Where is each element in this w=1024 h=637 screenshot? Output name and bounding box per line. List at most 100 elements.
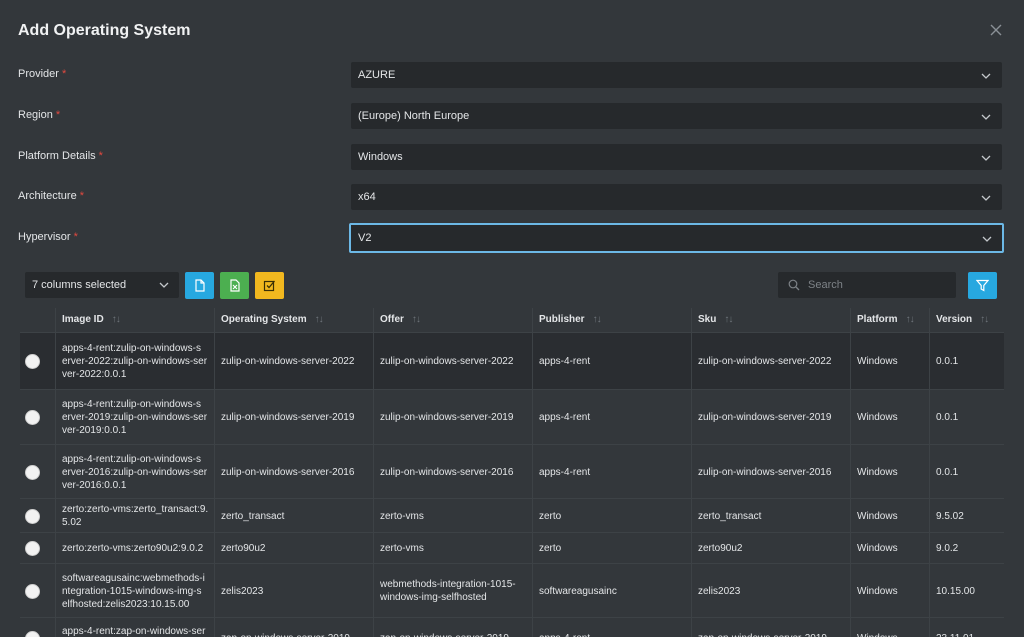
- platform-select[interactable]: Windows: [351, 144, 1002, 170]
- cell-operating-system: zerto_transact: [221, 510, 285, 522]
- provider-value: AZURE: [358, 69, 396, 81]
- column-header-label: Publisher: [539, 314, 585, 325]
- cell-image-id: apps-4-rent:zap-on-windows-server-2019:z…: [62, 626, 206, 637]
- table-row[interactable]: apps-4-rent:zulip-on-windows-s erver-2016…: [20, 444, 1004, 499]
- cell-offer: zerto-vms: [380, 510, 424, 522]
- column-divider: [214, 333, 215, 390]
- table-row[interactable]: zerto:zerto-vms:zerto90u2:9.0.2 zerto90u2…: [20, 532, 1004, 564]
- sort-icon[interactable]: ↑↓: [724, 314, 733, 325]
- row-select-radio[interactable]: [25, 630, 40, 637]
- column-divider: [532, 564, 533, 618]
- cell-version: 9.0.2: [936, 543, 959, 554]
- cell-platform: Windows: [857, 585, 898, 597]
- cell-publisher: softwareagusainc: [539, 585, 617, 597]
- cell-operating-system: zap-on-windows-server-2019: [221, 632, 350, 637]
- cell-sku: zerto90u2: [698, 543, 743, 554]
- row-select-radio[interactable]: [25, 464, 40, 480]
- column-divider: [929, 564, 930, 618]
- modal-title: Add Operating System: [18, 22, 191, 39]
- architecture-select[interactable]: x64: [351, 184, 1002, 210]
- hypervisor-label: Hypervisor *: [18, 231, 78, 243]
- architecture-label: Architecture *: [18, 190, 84, 202]
- file-icon: [195, 279, 205, 292]
- cell-sku: zerto_transact: [698, 510, 762, 522]
- column-header-sku[interactable]: Sku ↑↓: [698, 314, 733, 325]
- column-header-operating-system[interactable]: Operating System ↑↓: [221, 314, 324, 325]
- row-select-radio[interactable]: [25, 410, 40, 425]
- platform-value: Windows: [358, 151, 403, 163]
- filter-icon: [976, 279, 989, 292]
- column-divider: [929, 533, 930, 564]
- table-row[interactable]: softwareagusainc:webmethods-i ntegration-…: [20, 563, 1004, 618]
- column-divider: [929, 499, 930, 533]
- column-header-publisher[interactable]: Publisher ↑↓: [539, 314, 602, 325]
- region-select[interactable]: (Europe) North Europe: [351, 103, 1002, 129]
- row-select-radio[interactable]: [25, 508, 40, 524]
- cell-platform: Windows: [857, 356, 898, 367]
- column-header-label: Sku: [698, 314, 717, 325]
- cell-platform: Windows: [857, 510, 898, 522]
- region-row: Region * (Europe) North Europe: [18, 103, 1006, 129]
- cell-publisher: zerto: [539, 510, 562, 522]
- cell-operating-system: zulip-on-windows-server-2019: [221, 412, 355, 423]
- cell-sku: zelis2023: [698, 585, 741, 597]
- column-divider: [214, 564, 215, 618]
- sort-icon[interactable]: ↑↓: [980, 314, 989, 325]
- column-divider: [850, 445, 851, 499]
- column-divider: [929, 308, 930, 332]
- column-divider: [850, 333, 851, 390]
- column-header-image-id[interactable]: Image ID ↑↓: [62, 314, 121, 325]
- excel-file-icon: [230, 279, 240, 292]
- column-header-platform[interactable]: Platform ↑↓: [857, 314, 915, 325]
- table-row[interactable]: apps-4-rent:zulip-on-windows-s erver-2022…: [20, 332, 1004, 390]
- search-input[interactable]: [808, 276, 948, 294]
- table-row[interactable]: zerto:zerto-vms:zerto_transact:9. 5.02 zer…: [20, 498, 1004, 533]
- cell-image-id: zerto:zerto-vms:zerto90u2:9.0.2: [62, 543, 204, 554]
- cell-platform: Windows: [857, 466, 898, 478]
- sort-icon[interactable]: ↑↓: [112, 314, 121, 325]
- table-header: Image ID ↑↓ Operating System ↑↓ Offer ↑↓ Publi…: [20, 308, 1004, 332]
- column-header-version[interactable]: Version ↑↓: [936, 314, 989, 325]
- column-divider: [850, 308, 851, 332]
- provider-select[interactable]: AZURE: [351, 62, 1002, 88]
- select-all-button[interactable]: [255, 272, 284, 299]
- column-divider: [929, 390, 930, 445]
- sort-icon[interactable]: ↑↓: [315, 314, 324, 325]
- hypervisor-row: Hypervisor * V2: [18, 223, 1006, 253]
- column-header-label: Operating System: [221, 314, 307, 325]
- chevron-down-icon: [981, 155, 991, 161]
- region-label: Region *: [18, 109, 61, 121]
- sort-icon[interactable]: ↑↓: [412, 314, 421, 325]
- export-excel-button[interactable]: [220, 272, 249, 299]
- hypervisor-select[interactable]: V2: [349, 223, 1004, 253]
- cell-sku: zulip-on-windows-server-2022: [698, 356, 832, 367]
- row-select-radio[interactable]: [25, 541, 40, 556]
- cell-offer: webmethods-integration-1015- windows-img-…: [380, 579, 516, 603]
- chevron-down-icon: [981, 195, 991, 201]
- column-divider: [850, 618, 851, 637]
- filter-button[interactable]: [968, 272, 997, 299]
- cell-operating-system: zulip-on-windows-server-2016: [221, 466, 355, 478]
- column-divider: [373, 564, 374, 618]
- columns-selected-label: 7 columns selected: [32, 279, 127, 291]
- close-icon[interactable]: [988, 22, 1004, 38]
- column-header-label: Offer: [380, 314, 404, 325]
- columns-select[interactable]: 7 columns selected: [25, 272, 179, 298]
- platform-row: Platform Details * Windows: [18, 144, 1006, 170]
- column-divider: [850, 499, 851, 533]
- cell-sku: zap-on-windows-server-2019: [698, 632, 827, 637]
- column-header-offer[interactable]: Offer ↑↓: [380, 314, 421, 325]
- table-row[interactable]: apps-4-rent:zulip-on-windows-s erver-2019…: [20, 389, 1004, 445]
- column-divider: [214, 533, 215, 564]
- row-select-radio[interactable]: [25, 583, 40, 599]
- export-file-button[interactable]: [185, 272, 214, 299]
- column-header-label: Version: [936, 314, 973, 325]
- column-divider: [373, 308, 374, 332]
- sort-icon[interactable]: ↑↓: [593, 314, 602, 325]
- table-row[interactable]: apps-4-rent:zap-on-windows-server-2019:z…: [20, 617, 1004, 637]
- row-select-radio[interactable]: [25, 354, 40, 369]
- column-divider: [929, 618, 930, 637]
- sort-icon[interactable]: ↑↓: [906, 314, 915, 325]
- cell-image-id: zerto:zerto-vms:zerto_transact:9. 5.02: [62, 504, 209, 528]
- checkbox-icon: [263, 280, 275, 292]
